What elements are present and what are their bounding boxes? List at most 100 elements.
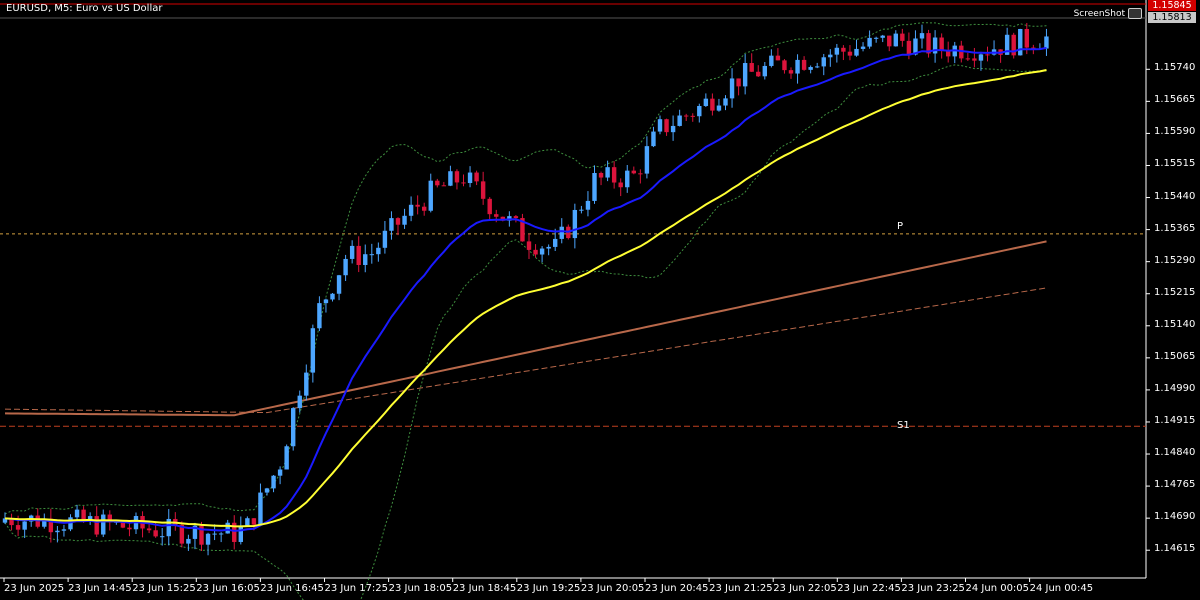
price-tick-label: 1.15140 bbox=[1154, 318, 1196, 330]
candle-body bbox=[284, 446, 289, 470]
candle-body bbox=[592, 172, 597, 201]
candle-body bbox=[710, 98, 715, 111]
candle-body bbox=[101, 514, 106, 535]
candle-body bbox=[55, 530, 60, 533]
chart-title: EURUSD, M5: Euro vs US Dollar bbox=[6, 3, 163, 14]
candle-body bbox=[854, 48, 859, 56]
candle-body bbox=[513, 216, 519, 219]
candle-body bbox=[435, 180, 440, 186]
candle-body bbox=[815, 66, 820, 68]
candle-body bbox=[369, 254, 374, 256]
price-tick-label: 1.15590 bbox=[1154, 126, 1196, 138]
candle-body bbox=[847, 51, 853, 56]
candle-body bbox=[985, 54, 990, 56]
candle-body bbox=[448, 171, 453, 186]
candle-body bbox=[880, 35, 885, 38]
candle-body bbox=[972, 58, 977, 61]
candle-body bbox=[533, 249, 538, 255]
camera-icon bbox=[1128, 8, 1142, 19]
candle-body bbox=[297, 395, 302, 409]
candle-body bbox=[625, 170, 630, 188]
bollinger-lower bbox=[4, 64, 1047, 600]
price-tick-label: 1.14840 bbox=[1154, 447, 1196, 459]
time-tick-label: 23 Jun 22:05 bbox=[773, 583, 837, 594]
candle-body bbox=[579, 209, 584, 211]
candle-body bbox=[310, 328, 316, 373]
candle-body bbox=[291, 408, 296, 447]
candle-body bbox=[225, 522, 230, 534]
candle-body bbox=[939, 37, 944, 51]
time-tick-label: 23 Jun 19:25 bbox=[516, 583, 581, 594]
candle-body bbox=[526, 241, 532, 250]
candle-body bbox=[415, 204, 420, 207]
candle-body bbox=[330, 293, 335, 300]
candle-body bbox=[245, 518, 250, 526]
candle-body bbox=[323, 299, 329, 304]
candle-body bbox=[860, 46, 866, 49]
support-1-label: S1 bbox=[897, 420, 910, 431]
candle-body bbox=[703, 98, 709, 106]
price-tick-label: 1.15665 bbox=[1154, 94, 1196, 106]
candle-body bbox=[788, 70, 794, 74]
candle-body bbox=[277, 469, 283, 476]
candle-body bbox=[808, 67, 813, 70]
time-tick-label: 23 Jun 21:25 bbox=[709, 583, 773, 594]
time-tick-label: 23 Jun 17:25 bbox=[324, 583, 389, 594]
candle-body bbox=[775, 55, 781, 61]
candle-body bbox=[441, 185, 447, 187]
candle-body bbox=[828, 54, 833, 58]
candle-body bbox=[264, 488, 270, 493]
candle-body bbox=[841, 47, 846, 52]
candle-body bbox=[376, 247, 381, 255]
candle-body bbox=[834, 47, 840, 55]
candle-body bbox=[153, 530, 158, 537]
candle-body bbox=[336, 275, 342, 294]
candle-body bbox=[729, 78, 735, 99]
candle-body bbox=[867, 37, 872, 47]
price-tick-label: 1.15515 bbox=[1154, 158, 1196, 170]
candle-body bbox=[389, 218, 394, 231]
candle-body bbox=[801, 59, 807, 70]
candle-body bbox=[382, 230, 388, 248]
candle-body bbox=[422, 206, 427, 211]
candle-body bbox=[205, 533, 211, 545]
candle-body bbox=[22, 521, 27, 530]
ma-slow-line bbox=[4, 69, 1047, 528]
candle-body bbox=[271, 475, 276, 489]
candle-body bbox=[906, 40, 912, 55]
candle-body bbox=[657, 119, 663, 132]
time-tick-label: 23 Jun 18:45 bbox=[452, 583, 517, 594]
price-chart[interactable] bbox=[0, 0, 1200, 600]
candle-body bbox=[1018, 28, 1023, 56]
price-tick-label: 1.14615 bbox=[1154, 543, 1196, 555]
candle-body bbox=[553, 238, 558, 247]
time-tick-label: 23 Jun 16:05 bbox=[196, 583, 260, 594]
candle-body bbox=[160, 536, 165, 538]
ma-long-dashed-line bbox=[4, 287, 1047, 414]
price-tick-label: 1.15065 bbox=[1154, 350, 1196, 362]
candle-body bbox=[349, 245, 355, 259]
pivot-label: P bbox=[897, 221, 904, 232]
candle-body bbox=[1024, 28, 1029, 48]
candle-body bbox=[651, 131, 656, 147]
candle-body bbox=[618, 182, 623, 188]
time-tick-label: 24 Jun 00:05 bbox=[965, 583, 1030, 594]
candle-body bbox=[146, 528, 152, 531]
candle-body bbox=[258, 492, 263, 525]
candle-body bbox=[795, 59, 800, 74]
candle-body bbox=[363, 254, 368, 265]
candle-body bbox=[461, 182, 466, 184]
candle-body bbox=[480, 181, 486, 199]
price-tick-label: 1.15740 bbox=[1154, 62, 1196, 74]
candle-body bbox=[736, 78, 741, 87]
candle-body bbox=[887, 35, 892, 47]
time-tick-label: 23 Jun 23:25 bbox=[901, 583, 965, 594]
candle-body bbox=[127, 527, 132, 530]
price-tick-label: 1.15215 bbox=[1154, 286, 1196, 298]
price-tick-label: 1.15365 bbox=[1154, 222, 1196, 234]
screenshot-button[interactable]: ScreenShot bbox=[1074, 8, 1142, 19]
candle-body bbox=[670, 125, 676, 133]
candle-body bbox=[395, 218, 401, 225]
candle-body bbox=[467, 172, 473, 184]
candle-body bbox=[408, 204, 414, 216]
